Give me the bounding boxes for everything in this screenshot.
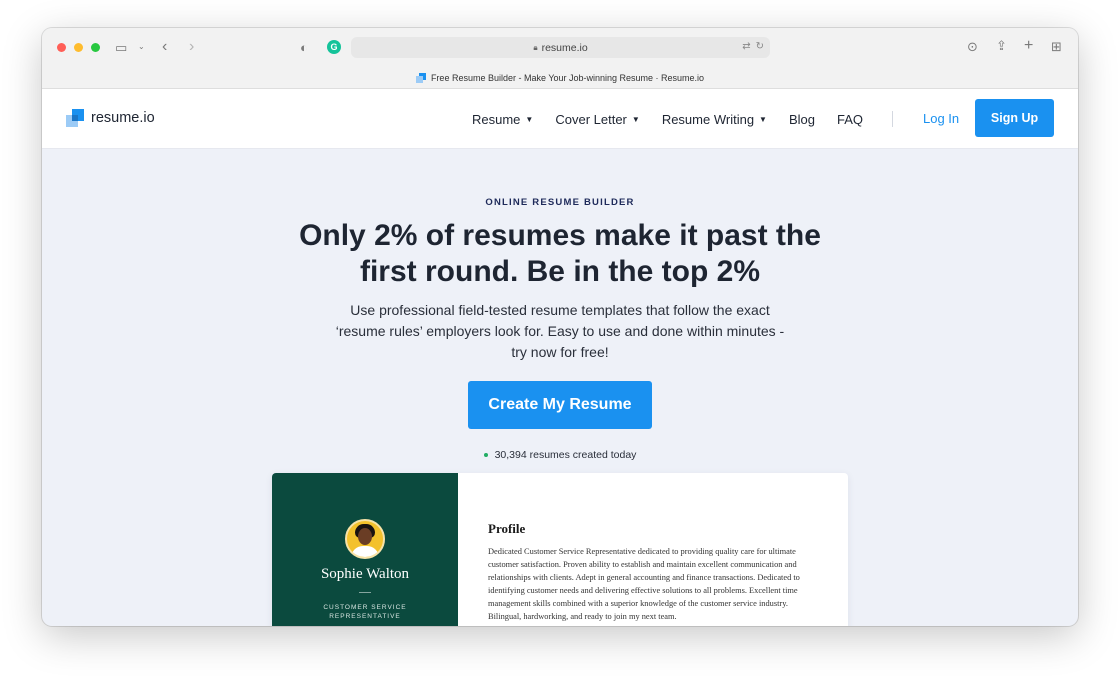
forward-icon[interactable]: › <box>189 39 194 55</box>
chevron-down-icon: ▼ <box>759 114 767 124</box>
hero-subtext: Use professional field-tested resume tem… <box>335 302 785 360</box>
logo-icon <box>66 109 84 127</box>
window-controls <box>57 43 100 52</box>
profile-text: Dedicated Customer Service Representativ… <box>488 547 800 621</box>
nav-item-label: FAQ <box>837 111 864 127</box>
resume-sidebar: Sophie Walton CUSTOMER SERVICE REPRESENT… <box>272 473 458 626</box>
name-divider <box>359 592 371 593</box>
download-icon[interactable]: ⊙ <box>967 40 978 53</box>
nav-links: Resume ▼ Cover Letter ▼ Resume Writing ▼… <box>472 89 885 149</box>
nav-item-label: Blog <box>788 111 815 127</box>
resume-preview: Sophie Walton CUSTOMER SERVICE REPRESENT… <box>272 473 848 626</box>
browser-window: ▭ ⌄ ‹ › ◐ G 🔒︎ resume.io ⇄ ↻ ⊙ ⇪ + ⊞ Fre… <box>42 28 1078 626</box>
resume-role: CUSTOMER SERVICE REPRESENTATIVE <box>323 604 407 620</box>
nav-item-label: Resume Writing <box>661 111 755 127</box>
signup-button[interactable]: Sign Up <box>975 99 1054 137</box>
site-logo[interactable]: resume.io <box>66 109 155 127</box>
counter-text: 30,394 resumes created today <box>494 449 637 461</box>
close-window-button[interactable] <box>57 43 66 52</box>
hero-headline: Only 2% of resumes make it past the firs… <box>299 219 821 288</box>
new-tab-icon[interactable]: + <box>1024 38 1033 54</box>
back-icon[interactable]: ‹ <box>162 39 167 55</box>
login-link[interactable]: Log In <box>923 111 959 126</box>
nav-item-cover-letter[interactable]: Cover Letter ▼ <box>555 112 639 127</box>
zoom-window-button[interactable] <box>91 43 100 52</box>
address-bar[interactable]: 🔒︎ resume.io ⇄ ↻ <box>351 37 770 58</box>
nav-item-label: Cover Letter <box>555 111 627 127</box>
sidebar-icon[interactable]: ▭ <box>115 41 127 54</box>
chevron-down-icon: ▼ <box>525 114 534 124</box>
site-favicon-icon <box>415 73 426 83</box>
translate-icon[interactable]: ⇄ <box>742 41 750 52</box>
tab-overview-icon[interactable]: ⊞ <box>1051 40 1062 53</box>
hero-eyebrow: ONLINE RESUME BUILDER <box>485 197 635 208</box>
resume-body: Profile Dedicated Customer Service Repre… <box>488 521 812 623</box>
nav-item-label: Resume <box>472 111 521 127</box>
chevron-down-icon[interactable]: ⌄ <box>138 43 145 51</box>
tab-title: Free Resume Builder - Make Your Job-winn… <box>430 73 705 83</box>
grammarly-icon[interactable]: G <box>327 40 341 54</box>
url-text: resume.io <box>541 41 588 54</box>
reload-icon[interactable]: ↻ <box>756 41 764 52</box>
privacy-shield-icon[interactable]: ◐ <box>300 41 308 54</box>
status-dot-icon <box>483 453 488 457</box>
nav-item-resume-writing[interactable]: Resume Writing ▼ <box>662 112 767 127</box>
hero-section: ONLINE RESUME BUILDER Only 2% of resumes… <box>42 149 1078 461</box>
minimize-window-button[interactable] <box>74 43 83 52</box>
browser-toolbar: ▭ ⌄ ‹ › ◐ G 🔒︎ resume.io ⇄ ↻ ⊙ ⇪ + ⊞ Fre… <box>42 28 1078 89</box>
nav-item-resume[interactable]: Resume ▼ <box>472 112 533 127</box>
logo-text: resume.io <box>91 110 155 126</box>
create-resume-button[interactable]: Create My Resume <box>468 381 652 429</box>
share-icon[interactable]: ⇪ <box>996 39 1007 52</box>
site-navbar: resume.io Resume ▼ Cover Letter ▼ Resume… <box>42 89 1078 149</box>
lock-icon: 🔒︎ <box>533 42 538 52</box>
nav-item-faq[interactable]: FAQ <box>837 112 863 127</box>
resume-counter: 30,394 resumes created today <box>42 449 1078 461</box>
tab-title-bar[interactable]: Free Resume Builder - Make Your Job-winn… <box>42 70 1078 86</box>
profile-section-title: Profile <box>488 521 526 536</box>
avatar <box>345 519 385 559</box>
nav-divider <box>892 111 893 127</box>
resume-name: Sophie Walton <box>320 566 410 582</box>
nav-item-blog[interactable]: Blog <box>789 112 815 127</box>
chevron-down-icon: ▼ <box>631 114 640 124</box>
